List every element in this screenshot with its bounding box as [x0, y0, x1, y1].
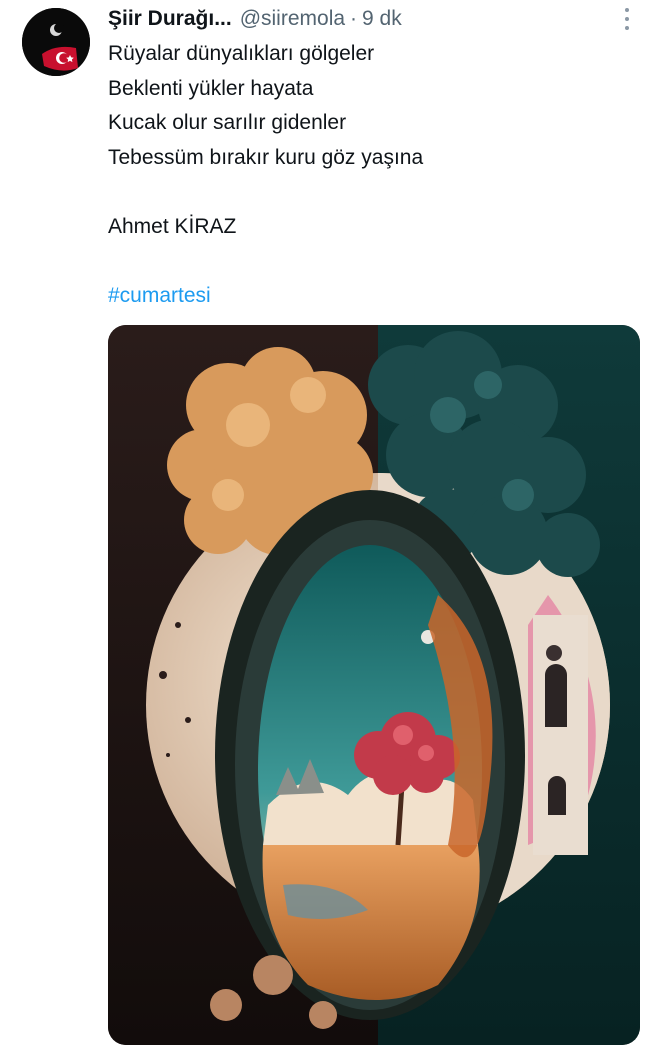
tweet-signature: Ahmet KİRAZ: [108, 214, 237, 238]
tweet-line: Tebessüm bırakır kuru göz yaşına: [108, 145, 424, 169]
artwork-illustration: [108, 325, 640, 1045]
avatar[interactable]: [22, 8, 90, 76]
tweet-line: Rüyalar dünyalıkları gölgeler: [108, 42, 375, 65]
tweet-line: Kucak olur sarılır gidenler: [108, 111, 347, 134]
separator-dot: ·: [350, 7, 358, 30]
author-handle[interactable]: @siiremola: [240, 7, 345, 31]
avatar-image: [22, 8, 90, 76]
tweet-line: Beklenti yükler hayata: [108, 76, 314, 100]
more-vertical-icon[interactable]: [623, 8, 631, 30]
tweet-timestamp[interactable]: 9 dk: [362, 7, 402, 31]
author-name[interactable]: Şiir Durağı...: [108, 7, 232, 31]
tweet-text: Rüyalar dünyalıkları gölgeler Beklenti y…: [108, 37, 628, 313]
tweet-image[interactable]: [108, 325, 640, 1045]
hashtag-link[interactable]: #cumartesi: [108, 279, 628, 314]
tweet-header: Şiir Durağı... @siiremola · 9 dk: [108, 4, 641, 34]
